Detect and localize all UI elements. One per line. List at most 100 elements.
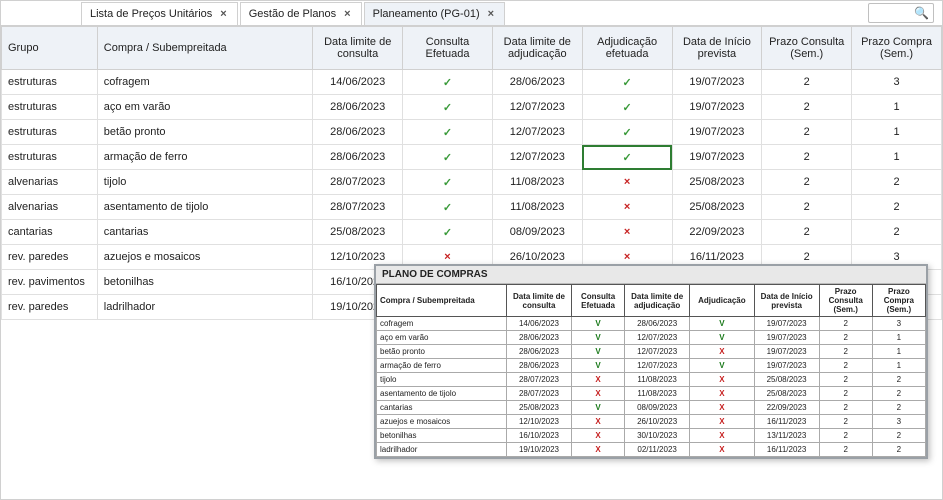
cell-grupo[interactable]: rev. pavimentos [2,270,98,295]
cell-compra[interactable]: cantarias [97,220,313,245]
cell-compra[interactable]: aço em varão [377,331,507,345]
cell-compra[interactable]: cofragem [97,70,313,95]
cell-dla[interactable]: 08/09/2023 [492,220,582,245]
cell-dla[interactable]: 28/06/2023 [625,317,690,331]
cell-compra[interactable]: ladrilhador [97,295,313,320]
ov-col-di[interactable]: Data de Início prevista [754,285,819,317]
cell-compra[interactable]: betonilhas [377,429,507,443]
cell-ae[interactable]: × [582,220,672,245]
cell-pcp[interactable]: 2 [852,195,942,220]
cell-ae[interactable]: X [690,387,754,401]
cell-di[interactable]: 25/08/2023 [754,387,819,401]
tab-planeamento[interactable]: Planeamento (PG-01) × [364,2,505,25]
cell-pcp[interactable]: 2 [872,401,925,415]
cell-dla[interactable]: 12/07/2023 [492,95,582,120]
cell-di[interactable]: 16/11/2023 [754,443,819,457]
cell-compra[interactable]: betão pronto [97,120,313,145]
cell-compra[interactable]: betão pronto [377,345,507,359]
cell-di[interactable]: 22/09/2023 [754,401,819,415]
cell-dlc[interactable]: 28/06/2023 [506,359,571,373]
cell-di[interactable]: 19/07/2023 [754,317,819,331]
cell-ae[interactable]: ✓ [582,70,672,95]
table-row[interactable]: aço em varão28/06/2023V12/07/2023V19/07/… [377,331,926,345]
cell-di[interactable]: 19/07/2023 [754,359,819,373]
cell-dla[interactable]: 11/08/2023 [625,387,690,401]
cell-compra[interactable]: cofragem [377,317,507,331]
cell-dlc[interactable]: 19/10/2023 [506,443,571,457]
cell-dla[interactable]: 12/07/2023 [625,331,690,345]
cell-ce[interactable]: ✓ [403,195,493,220]
table-row[interactable]: alvenariastijolo28/07/2023✓11/08/2023×25… [2,170,942,195]
cell-dlc[interactable]: 14/06/2023 [506,317,571,331]
cell-compra[interactable]: tijolo [97,170,313,195]
cell-ae[interactable]: X [690,373,754,387]
cell-ae[interactable]: ✓ [582,120,672,145]
cell-pc[interactable]: 2 [762,195,852,220]
cell-pc[interactable]: 2 [819,317,872,331]
col-compra[interactable]: Compra / Subempreitada [97,27,313,70]
cell-dlc[interactable]: 25/08/2023 [506,401,571,415]
cell-grupo[interactable]: estruturas [2,70,98,95]
cell-pc[interactable]: 2 [819,345,872,359]
table-row[interactable]: estruturascofragem14/06/2023✓28/06/2023✓… [2,70,942,95]
cell-compra[interactable]: betonilhas [97,270,313,295]
cell-pc[interactable]: 2 [762,95,852,120]
table-row[interactable]: cantarias25/08/2023V08/09/2023X22/09/202… [377,401,926,415]
cell-compra[interactable]: ladrilhador [377,443,507,457]
cell-grupo[interactable]: estruturas [2,95,98,120]
cell-di[interactable]: 25/08/2023 [672,195,762,220]
cell-dla[interactable]: 12/07/2023 [625,359,690,373]
cell-ce[interactable]: ✓ [403,120,493,145]
cell-grupo[interactable]: alvenarias [2,195,98,220]
cell-ae[interactable]: × [582,195,672,220]
close-icon[interactable]: × [486,8,496,20]
cell-pc[interactable]: 2 [819,443,872,457]
col-prazo-comp[interactable]: Prazo Compra (Sem.) [852,27,942,70]
cell-ae[interactable]: V [690,359,754,373]
cell-ce[interactable]: V [571,345,624,359]
table-row[interactable]: betão pronto28/06/2023V12/07/2023X19/07/… [377,345,926,359]
cell-ce[interactable]: V [571,401,624,415]
cell-di[interactable]: 22/09/2023 [672,220,762,245]
cell-ce[interactable]: X [571,429,624,443]
cell-pcp[interactable]: 1 [852,95,942,120]
cell-pc[interactable]: 2 [762,170,852,195]
cell-ce[interactable]: ✓ [403,220,493,245]
table-row[interactable]: betonilhas16/10/2023X30/10/2023X13/11/20… [377,429,926,443]
cell-pc[interactable]: 2 [762,145,852,170]
table-row[interactable]: tijolo28/07/2023X11/08/2023X25/08/202322 [377,373,926,387]
cell-ce[interactable]: ✓ [403,145,493,170]
col-prazo-cons[interactable]: Prazo Consulta (Sem.) [762,27,852,70]
table-row[interactable]: cofragem14/06/2023V28/06/2023V19/07/2023… [377,317,926,331]
cell-ce[interactable]: ✓ [403,95,493,120]
cell-dlc[interactable]: 28/06/2023 [506,345,571,359]
col-consulta-efet[interactable]: Consulta Efetuada [403,27,493,70]
cell-pcp[interactable]: 1 [872,331,925,345]
cell-di[interactable]: 16/11/2023 [754,415,819,429]
cell-grupo[interactable]: rev. paredes [2,295,98,320]
cell-ce[interactable]: X [571,373,624,387]
ov-col-pc[interactable]: Prazo Consulta (Sem.) [819,285,872,317]
cell-compra[interactable]: asentamento de tijolo [377,387,507,401]
cell-pcp[interactable]: 2 [872,387,925,401]
cell-pc[interactable]: 2 [819,331,872,345]
cell-dla[interactable]: 26/10/2023 [625,415,690,429]
ov-col-dla[interactable]: Data limite de adjudicação [625,285,690,317]
cell-di[interactable]: 25/08/2023 [754,373,819,387]
cell-di[interactable]: 19/07/2023 [672,70,762,95]
cell-pc[interactable]: 2 [819,359,872,373]
ov-col-dlc[interactable]: Data limite de consulta [506,285,571,317]
cell-ae[interactable]: ✓ [582,95,672,120]
cell-ce[interactable]: X [571,415,624,429]
cell-dla[interactable]: 11/08/2023 [625,373,690,387]
cell-dla[interactable]: 12/07/2023 [492,120,582,145]
cell-pcp[interactable]: 1 [872,345,925,359]
close-icon[interactable]: × [218,8,228,20]
cell-dlc[interactable]: 25/08/2023 [313,220,403,245]
cell-dla[interactable]: 08/09/2023 [625,401,690,415]
cell-ae[interactable]: X [690,429,754,443]
cell-pcp[interactable]: 2 [852,220,942,245]
cell-ce[interactable]: V [571,359,624,373]
table-row[interactable]: estruturasarmação de ferro28/06/2023✓12/… [2,145,942,170]
col-grupo[interactable]: Grupo [2,27,98,70]
